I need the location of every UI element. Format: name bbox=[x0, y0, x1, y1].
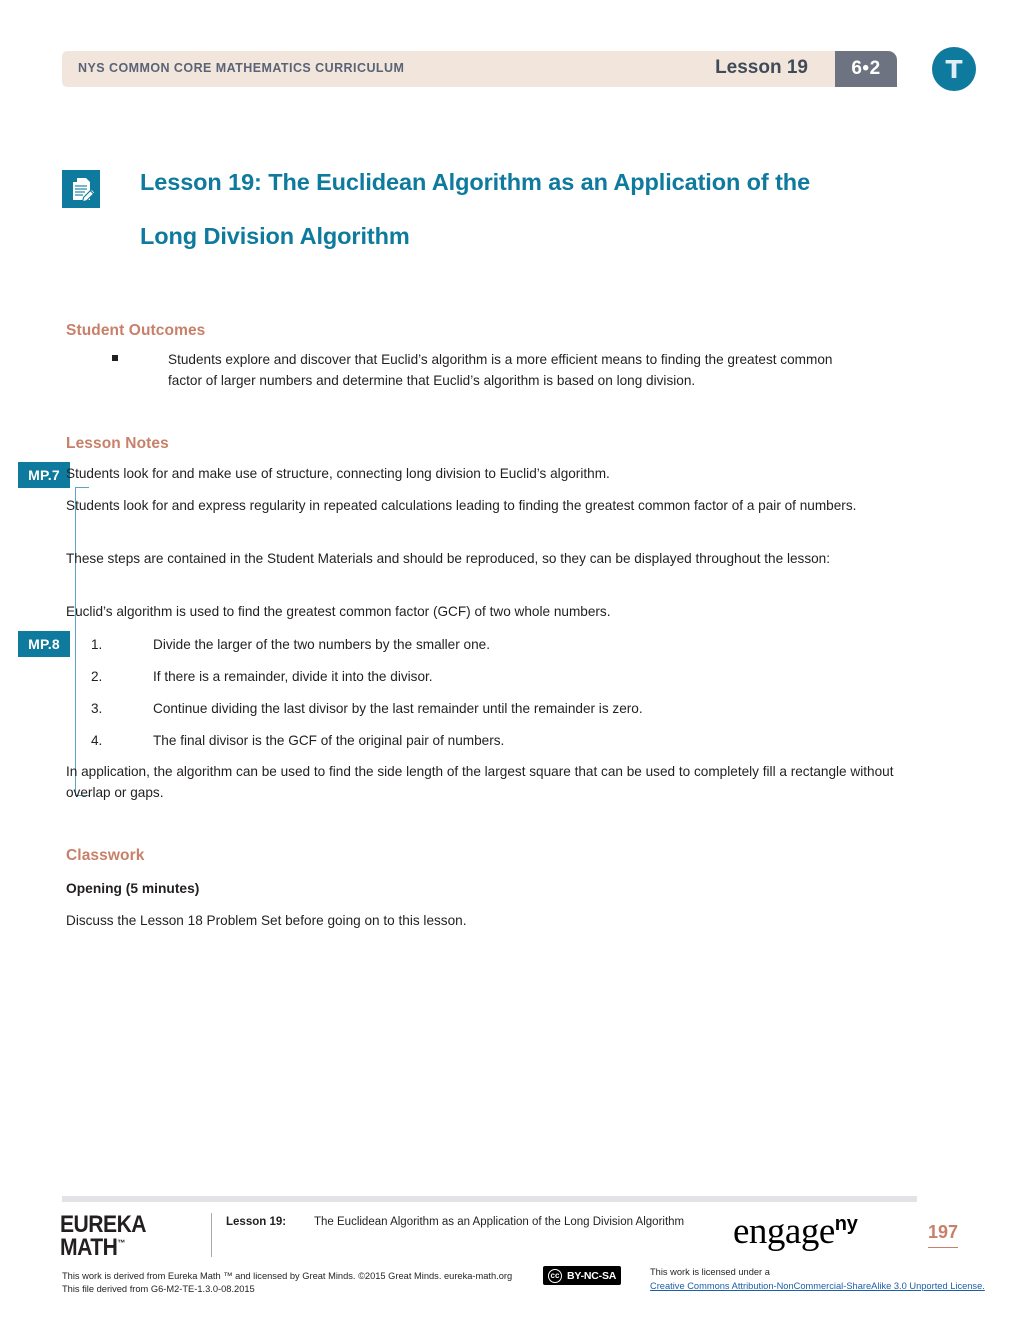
license-attribution-line-2: This file derived from G6-M2-TE-1.3.0-08… bbox=[62, 1284, 255, 1295]
engage-word: engage bbox=[733, 1211, 835, 1252]
lesson-notes-heading: Lesson Notes bbox=[66, 435, 169, 452]
engageny-logo: engageny bbox=[733, 1210, 858, 1253]
mp7-badge: MP.7 bbox=[18, 462, 70, 488]
footer-lesson-label: Lesson 19: bbox=[226, 1216, 287, 1228]
cc-license-code: BY-NC-SA bbox=[567, 1269, 617, 1282]
lesson-notes-paragraph-2: Students look for and express regularity… bbox=[66, 498, 857, 513]
curriculum-label: NYS COMMON CORE MATHEMATICS CURRICULUM bbox=[78, 61, 405, 75]
license-link[interactable]: Creative Commons Attribution-NonCommerci… bbox=[650, 1281, 985, 1291]
mp8-badge: MP.8 bbox=[18, 631, 70, 657]
license-notice: This work is licensed under a Creative C… bbox=[650, 1266, 985, 1294]
running-header: NYS COMMON CORE MATHEMATICS CURRICULUM L… bbox=[62, 47, 976, 91]
page-number: 197 bbox=[928, 1222, 959, 1248]
mp-bracket bbox=[75, 487, 89, 796]
lesson-notes-paragraph-1: Students look for and make use of struct… bbox=[66, 466, 610, 481]
license-attribution-line-1: This work is derived from Eureka Math ™ … bbox=[62, 1271, 513, 1281]
teacher-circle-icon: T bbox=[932, 47, 976, 91]
eureka-math-logo: EUREKA MATH™ bbox=[60, 1213, 147, 1261]
footer-divider bbox=[62, 1196, 917, 1202]
opening-heading: Opening (5 minutes) bbox=[66, 881, 200, 896]
header-lesson-label: Lesson 19 bbox=[715, 57, 808, 78]
license-attribution: This work is derived from Eureka Math ™ … bbox=[62, 1270, 512, 1296]
square-bullet-icon bbox=[112, 355, 118, 361]
cc-circle-icon: cc bbox=[548, 1268, 562, 1283]
module-badge: 6•2 bbox=[835, 51, 897, 87]
step-text: Continue dividing the last divisor by th… bbox=[153, 701, 643, 716]
lesson-title-block: Lesson 19: The Euclidean Algorithm as an… bbox=[62, 166, 912, 253]
classwork-heading: Classwork bbox=[66, 847, 145, 864]
lesson-notes-closing: In application, the algorithm can be use… bbox=[66, 764, 894, 800]
euclid-step-2: 2. If there is a remainder, divide it in… bbox=[91, 667, 891, 687]
step-text: The final divisor is the GCF of the orig… bbox=[153, 733, 505, 748]
lesson-notes-paragraph-4: Euclid’s algorithm is used to find the g… bbox=[66, 604, 611, 619]
step-number: 3. bbox=[91, 701, 103, 716]
step-text: Divide the larger of the two numbers by … bbox=[153, 637, 490, 652]
license-notice-text: This work is licensed under a bbox=[650, 1267, 770, 1277]
footer-vertical-rule bbox=[211, 1213, 212, 1257]
euclid-step-3: 3. Continue dividing the last divisor by… bbox=[91, 699, 891, 719]
step-number: 1. bbox=[91, 637, 103, 652]
student-outcome-text: Students explore and discover that Eucli… bbox=[168, 352, 833, 389]
step-text: If there is a remainder, divide it into … bbox=[153, 669, 433, 684]
lesson-page: NYS COMMON CORE MATHEMATICS CURRICULUM L… bbox=[0, 0, 1020, 1320]
step-number: 4. bbox=[91, 733, 103, 748]
euclid-step-4: 4. The final divisor is the GCF of the o… bbox=[91, 731, 891, 751]
creative-commons-badge-icon: cc BY-NC-SA bbox=[543, 1266, 622, 1285]
trademark-symbol: ™ bbox=[117, 1237, 125, 1248]
lesson-title-line-1: Lesson 19: The Euclidean Algorithm as an… bbox=[140, 169, 811, 195]
lesson-title-line-2: Long Division Algorithm bbox=[140, 223, 410, 250]
footer-lesson-title: The Euclidean Algorithm as an Applicatio… bbox=[314, 1216, 685, 1228]
ny-word: ny bbox=[834, 1213, 858, 1235]
document-with-pencil-icon bbox=[62, 170, 100, 208]
student-outcomes-heading: Student Outcomes bbox=[66, 322, 206, 339]
student-outcome-bullet: Students explore and discover that Eucli… bbox=[112, 349, 842, 391]
step-number: 2. bbox=[91, 669, 103, 684]
opening-text: Discuss the Lesson 18 Problem Set before… bbox=[66, 913, 467, 928]
eureka-logo-line-2: MATH bbox=[60, 1233, 118, 1261]
euclid-step-1: 1. Divide the larger of the two numbers … bbox=[91, 635, 891, 655]
lesson-notes-paragraph-3: These steps are contained in the Student… bbox=[66, 551, 831, 566]
